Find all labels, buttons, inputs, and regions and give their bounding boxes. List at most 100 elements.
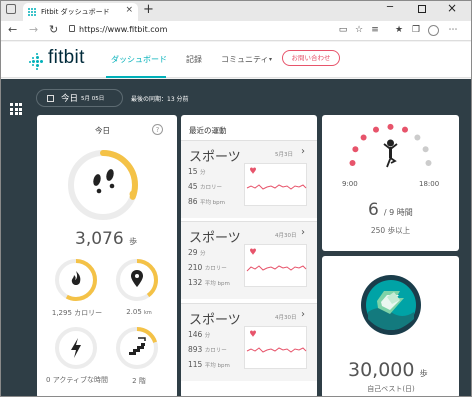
today-card[interactable]: 今日 ? 3,076 歩 1,295 カロリー 2.05 km 0 アクティブな…: [37, 115, 177, 396]
recent-exercise-card[interactable]: 最近の運動 スポーツ 5月3日 › 15 分 45 カロリー 86 平均 bpm スポーツ 4…: [181, 115, 317, 396]
chevron-down-icon[interactable]: ▾: [269, 56, 272, 63]
fitbit-header: fitbit ダッシュボード 記録 コミュニティ ▾ お問い合わせ: [1, 42, 471, 78]
minimize-icon[interactable]: ─: [387, 2, 393, 13]
lock-icon[interactable]: [69, 25, 75, 32]
exercise-item[interactable]: スポーツ 4月30日 › 29 分 210 カロリー 132 平均 bpm: [181, 221, 317, 299]
address-bar-row: ← → ↻ https://www.fitbit.com ▭ ☆ ≡ ★ ❐ ⋯: [1, 21, 471, 41]
collections-box-icon[interactable]: ❐: [411, 25, 421, 35]
back-icon[interactable]: ←: [8, 23, 17, 36]
new-tab-icon[interactable]: +: [143, 2, 154, 17]
exercise-minutes-value: 29: [188, 248, 198, 257]
close-window-icon[interactable]: ×: [447, 1, 457, 15]
steps-ring: [68, 150, 138, 220]
nav-log[interactable]: 記録: [186, 54, 202, 65]
browser-tab[interactable]: Fitbit ダッシュボード ×: [23, 3, 138, 21]
browser-window: Fitbit ダッシュボード × + ─ × ← → ↻ https://www…: [0, 0, 472, 397]
nav-community[interactable]: コミュニティ: [221, 54, 269, 65]
flame-icon: [71, 271, 81, 285]
calories-ring: [55, 259, 97, 301]
chevron-right-icon[interactable]: ›: [301, 146, 305, 157]
fitbit-logo-text[interactable]: fitbit: [48, 47, 85, 69]
heart-rate-line: [246, 265, 307, 272]
exercise-calories-unit: カロリー: [204, 266, 227, 272]
exercise-date: 4月30日: [275, 315, 297, 321]
url-field[interactable]: https://www.fitbit.com: [79, 25, 167, 34]
best-label: 自己ベスト(日): [367, 385, 415, 393]
exercise-minutes: 15 分: [188, 167, 205, 176]
heart-rate-line: [246, 184, 307, 190]
grid-menu-icon[interactable]: [10, 103, 22, 115]
profile-avatar-icon[interactable]: [428, 25, 439, 36]
more-menu-icon[interactable]: ⋯: [448, 25, 458, 35]
hour-dot: [349, 160, 356, 166]
hour-dot: [352, 146, 359, 153]
exercise-calories-value: 45: [188, 182, 198, 191]
chevron-right-icon[interactable]: ›: [301, 227, 305, 238]
distance-ring: [116, 259, 158, 301]
personal-best-card[interactable]: 30,000 歩 自己ベスト(日): [322, 256, 459, 396]
distance-value: 2.05: [126, 308, 142, 316]
hourly-subtitle: 250 歩以上: [370, 226, 411, 235]
exercise-item[interactable]: スポーツ 5月3日 › 15 分 45 カロリー 86 平均 bpm: [181, 140, 317, 218]
exercise-bpm-unit: 平均 bpm: [199, 200, 226, 206]
hourly-total: / 9 時間: [383, 208, 413, 217]
active-time-ring: [55, 327, 97, 369]
last-sync-text: 最後の同期：13 分前: [131, 96, 189, 103]
heart-rate-chart: [244, 163, 307, 206]
date-selector[interactable]: 今日 5月 05日: [36, 89, 123, 107]
exercise-minutes: 146 分: [188, 330, 210, 339]
collections-icon[interactable]: ≡: [370, 25, 380, 35]
calories-value: 1,295 カロリー: [51, 309, 103, 317]
hour-dot: [373, 126, 379, 133]
nav-dashboard[interactable]: ダッシュボード: [111, 54, 167, 65]
tab-close-icon[interactable]: ×: [125, 5, 133, 15]
exercise-item[interactable]: スポーツ 4月30日 › 146 分 893 カロリー 115 平均 bpm: [181, 303, 317, 381]
fitbit-logo-icon[interactable]: [29, 53, 44, 70]
chevron-right-icon[interactable]: ›: [301, 309, 305, 320]
favorites-icon[interactable]: ★: [394, 25, 404, 35]
exercise-calories: 893 カロリー: [188, 345, 227, 354]
distance-unit: km: [144, 310, 152, 316]
hour-dot: [387, 123, 394, 130]
exercise-minutes-unit: 分: [199, 170, 206, 176]
exercise-bpm: 115 平均 bpm: [188, 360, 230, 369]
calendar-icon: [47, 94, 54, 102]
exercise-bpm: 132 平均 bpm: [188, 278, 230, 287]
hour-dot: [402, 126, 408, 133]
tab-actions-icon[interactable]: [6, 4, 16, 14]
help-icon[interactable]: ?: [152, 124, 163, 135]
heart-icon: [250, 248, 256, 255]
reload-icon[interactable]: ↻: [49, 23, 58, 36]
exercise-calories: 45 カロリー: [188, 182, 222, 191]
dashboard-area: 今日 5月 05日 最後の同期：13 分前 今日 ? 3,076 歩 1,295…: [1, 79, 471, 396]
exercise-date: 5月3日: [275, 152, 293, 158]
hour-dot: [414, 134, 421, 141]
person-icon: [383, 139, 398, 168]
favorite-star-icon[interactable]: ☆: [354, 25, 364, 35]
stairs-icon: [129, 343, 145, 355]
steps-unit: 歩: [129, 237, 138, 246]
hourly-summary: 6 / 9 時間: [368, 200, 413, 220]
best-value: 30,000: [348, 359, 415, 381]
exercise-minutes-value: 146: [188, 330, 203, 339]
contact-button[interactable]: お問い合わせ: [282, 50, 340, 66]
hourly-activity-card[interactable]: 9:00 18:00 6 / 9 時間 250 歩以上: [322, 115, 459, 251]
tab-title: Fitbit ダッシュボード: [41, 8, 110, 16]
heart-rate-chart: [244, 326, 307, 369]
heart-icon: [250, 167, 256, 174]
exercise-minutes-unit: 分: [199, 251, 206, 257]
steps-summary: 3,076 歩: [75, 229, 137, 249]
steps-value: 3,076: [75, 229, 124, 249]
exercise-minutes: 29 分: [188, 248, 205, 257]
hour-dot: [425, 160, 432, 166]
forward-icon[interactable]: →: [29, 23, 38, 36]
hourly-start-label: 9:00: [342, 180, 358, 188]
reading-view-icon[interactable]: ▭: [338, 25, 348, 35]
date-value: 5月 05日: [81, 96, 105, 102]
exercise-date: 4月30日: [275, 233, 297, 239]
active-nav-indicator: [106, 76, 166, 78]
hour-dot: [422, 146, 429, 153]
active-time-value: 0 アクティブな時間: [46, 376, 108, 384]
floors-value: 2 階: [132, 377, 146, 385]
maximize-icon[interactable]: [418, 5, 426, 13]
